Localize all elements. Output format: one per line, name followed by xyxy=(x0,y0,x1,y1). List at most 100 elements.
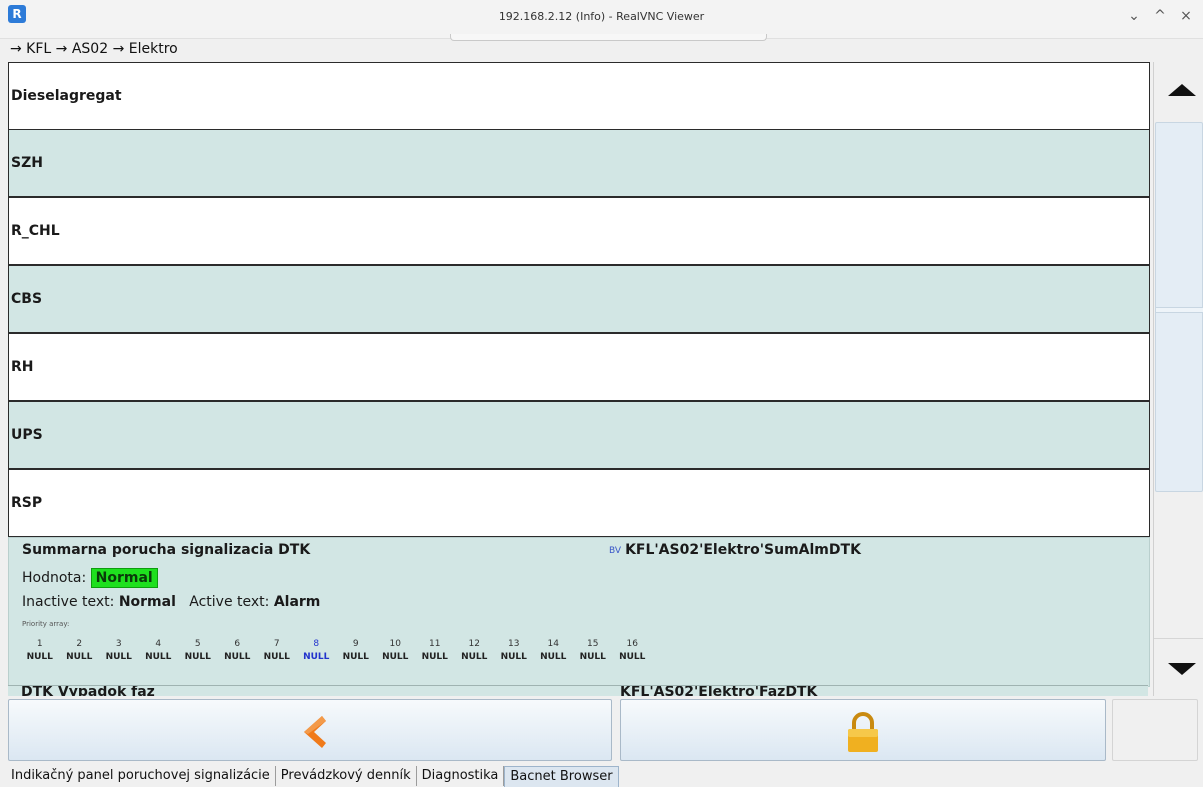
scroll-thumb[interactable] xyxy=(1155,122,1203,492)
priority-number: 10 xyxy=(389,639,401,649)
bottom-button-bar xyxy=(0,696,1203,766)
bv-type-tag: BV xyxy=(609,546,622,556)
priority-value: NULL xyxy=(540,652,567,662)
priority-value: NULL xyxy=(461,652,488,662)
priority-value: NULL xyxy=(184,652,211,662)
active-text-label: Active text: xyxy=(189,594,270,610)
priority-number: 12 xyxy=(468,639,480,649)
priority-value: NULL xyxy=(224,652,251,662)
priority-slot: 4 NULL xyxy=(139,638,179,664)
close-button[interactable]: × xyxy=(1176,6,1196,26)
priority-slot: 13 NULL xyxy=(494,638,534,664)
value-row: Hodnota: Normal xyxy=(22,568,158,588)
priority-value: NULL xyxy=(579,652,606,662)
priority-value: NULL xyxy=(382,652,409,662)
window-titlebar: R 192.168.2.12 (Info) - RealVNC Viewer ⌄… xyxy=(0,0,1203,41)
priority-slot: 7 NULL xyxy=(257,638,297,664)
priority-slot: 12 NULL xyxy=(455,638,495,664)
breadcrumb[interactable]: → KFL → AS02 → Elektro xyxy=(10,40,178,58)
chevron-left-icon xyxy=(304,716,326,748)
priority-value: NULL xyxy=(66,652,93,662)
maximize-button[interactable]: ^ xyxy=(1150,6,1170,26)
priority-slot: 15 NULL xyxy=(573,638,613,664)
priority-number: 3 xyxy=(115,639,122,649)
priority-slot: 2 NULL xyxy=(60,638,100,664)
list-item-dtk-vypadok-faz[interactable]: DTK Vypadok faz KFL'AS02'Elektro'FazDTK xyxy=(8,685,1148,696)
list-item-szh[interactable]: SZH xyxy=(8,129,1150,197)
priority-number: 16 xyxy=(626,639,638,649)
list-item-ups[interactable]: UPS xyxy=(8,401,1150,469)
priority-array: 1 NULL 2 NULL 3 NULL 4 NULL 5 NULL 6 NULL 7 NULL 8 NULL… xyxy=(20,638,660,664)
priority-value: NULL xyxy=(619,652,646,662)
priority-value: NULL xyxy=(421,652,448,662)
priority-value: NULL xyxy=(26,652,53,662)
minimize-button[interactable]: ⌄ xyxy=(1124,6,1144,26)
tab-prevadzkovy-dennik[interactable]: Prevádzkový denník xyxy=(275,766,417,786)
object-description: Summarna porucha signalizacia DTK xyxy=(22,542,311,558)
priority-slot: 1 NULL xyxy=(20,638,60,664)
object-name: KFL'AS02'Elektro'SumAlmDTK xyxy=(625,542,861,558)
triangle-down-icon xyxy=(1168,663,1196,675)
priority-value: NULL xyxy=(145,652,172,662)
next-item-title: DTK Vypadok faz xyxy=(21,685,155,696)
priority-slot: 10 NULL xyxy=(376,638,416,664)
scroll-thumb-grip xyxy=(1156,307,1203,313)
priority-slot: 8 NULL xyxy=(297,638,337,664)
active-text-value: Alarm xyxy=(273,594,321,610)
priority-value: NULL xyxy=(303,652,330,662)
priority-value: NULL xyxy=(500,652,527,662)
lock-icon xyxy=(848,712,878,752)
priority-number: 2 xyxy=(76,639,83,649)
back-button[interactable] xyxy=(8,699,612,761)
bottom-tab-bar: Indikačný panel poruchovej signalizácie … xyxy=(6,766,619,787)
object-reference: BV KFL'AS02'Elektro'SumAlmDTK xyxy=(609,542,861,558)
priority-slot: 11 NULL xyxy=(415,638,455,664)
scroll-track[interactable] xyxy=(1154,120,1203,638)
priority-number: 4 xyxy=(155,639,162,649)
priority-slot: 6 NULL xyxy=(218,638,258,664)
window-title: 192.168.2.12 (Info) - RealVNC Viewer xyxy=(498,10,705,23)
priority-slot: 16 NULL xyxy=(613,638,653,664)
priority-array-label: Priority array: xyxy=(22,620,70,628)
empty-button[interactable] xyxy=(1112,699,1198,761)
priority-number: 11 xyxy=(429,639,441,649)
triangle-up-icon xyxy=(1168,84,1196,96)
priority-number: 6 xyxy=(234,639,241,649)
priority-value: NULL xyxy=(105,652,132,662)
tab-bacnet-browser[interactable]: Bacnet Browser xyxy=(504,766,619,787)
next-item-object-name: KFL'AS02'Elektro'FazDTK xyxy=(620,685,818,696)
value-label: Hodnota: xyxy=(22,570,87,586)
priority-number: 9 xyxy=(352,639,359,649)
priority-number: 14 xyxy=(547,639,559,649)
bacnet-object-detail[interactable]: Summarna porucha signalizacia DTK BV KFL'… xyxy=(8,537,1150,687)
priority-number: 15 xyxy=(587,639,599,649)
inactive-text-label: Inactive text: xyxy=(22,594,115,610)
list-item-dieselagregat[interactable]: Dieselagregat xyxy=(8,62,1150,130)
priority-value: NULL xyxy=(342,652,369,662)
priority-number: 5 xyxy=(194,639,201,649)
priority-value: NULL xyxy=(263,652,290,662)
tab-indikacny-panel[interactable]: Indikačný panel poruchovej signalizácie xyxy=(6,766,276,786)
lock-button[interactable] xyxy=(620,699,1106,761)
value-status-badge: Normal xyxy=(90,568,158,588)
vertical-scrollbar[interactable] xyxy=(1153,62,1203,697)
priority-number: 13 xyxy=(508,639,520,649)
priority-slot: 14 NULL xyxy=(534,638,574,664)
scroll-down-button[interactable] xyxy=(1154,638,1203,697)
list-item-rh[interactable]: RH xyxy=(8,333,1150,401)
tab-diagnostika[interactable]: Diagnostika xyxy=(416,766,505,786)
vnc-toolbar-handle[interactable] xyxy=(450,34,767,41)
object-list: Dieselagregat SZH R_CHL CBS RH UPS RSP xyxy=(8,62,1150,537)
priority-slot: 9 NULL xyxy=(336,638,376,664)
list-item-rsp[interactable]: RSP xyxy=(8,469,1150,537)
list-item-r-chl[interactable]: R_CHL xyxy=(8,197,1150,265)
priority-slot: 3 NULL xyxy=(99,638,139,664)
priority-number: 1 xyxy=(36,639,43,649)
scroll-up-button[interactable] xyxy=(1154,62,1203,120)
list-item-cbs[interactable]: CBS xyxy=(8,265,1150,333)
priority-number: 7 xyxy=(273,639,280,649)
state-texts-row: Inactive text: Normal Active text: Alarm xyxy=(22,594,320,610)
priority-slot: 5 NULL xyxy=(178,638,218,664)
inactive-text-value: Normal xyxy=(118,594,176,610)
priority-number: 8 xyxy=(313,639,320,649)
